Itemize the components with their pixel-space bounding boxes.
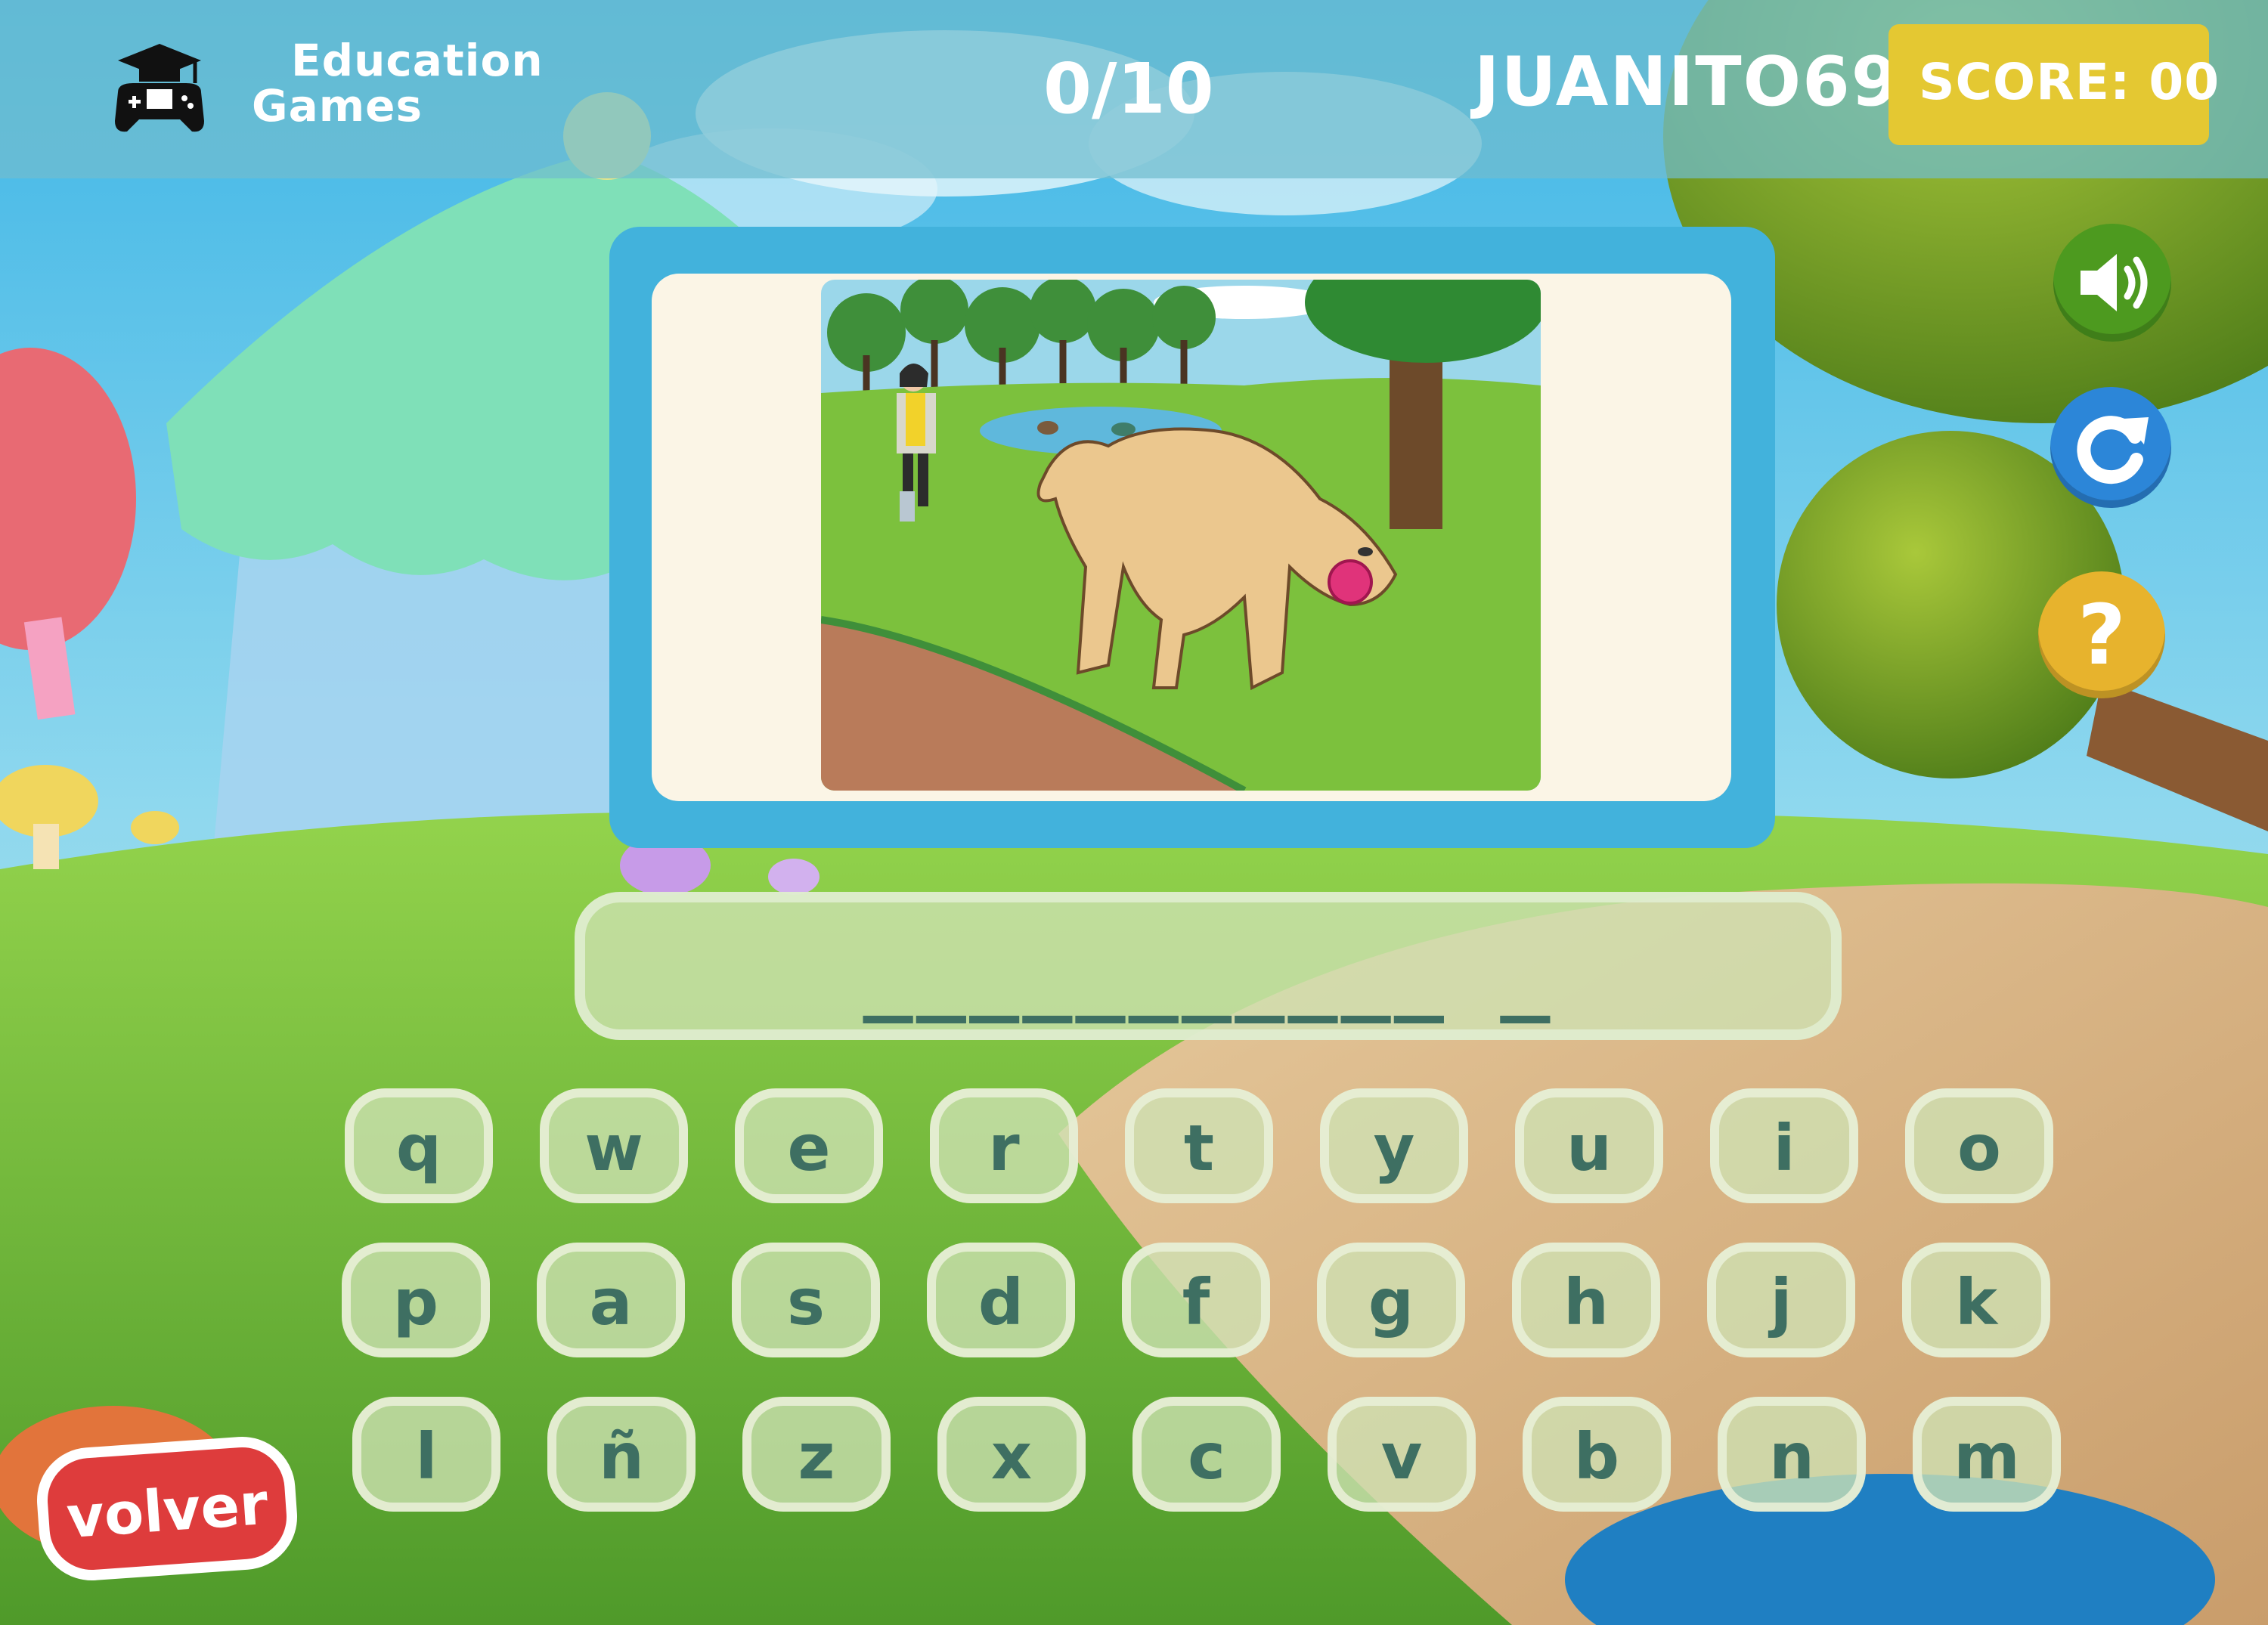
key-label: g <box>1368 1265 1414 1339</box>
key-i[interactable]: i <box>1710 1088 1858 1203</box>
brand-name-line2: Games <box>252 80 423 132</box>
back-button-label: volver <box>64 1469 271 1552</box>
game-screen: Education Games 0/10 JUANITO69 SCORE: 00… <box>0 0 2268 1625</box>
help-button[interactable]: ? <box>2038 571 2165 698</box>
key-n[interactable]: n <box>1718 1397 1866 1512</box>
key-s[interactable]: s <box>732 1243 880 1357</box>
key-v[interactable]: v <box>1328 1397 1476 1512</box>
key-label: m <box>1954 1419 2020 1493</box>
key-label: a <box>589 1265 633 1339</box>
key-x[interactable]: x <box>937 1397 1086 1512</box>
key-label: r <box>988 1111 1020 1185</box>
reload-button[interactable] <box>2050 387 2171 508</box>
key-label: y <box>1373 1111 1415 1185</box>
key-label: k <box>1955 1265 1997 1339</box>
brand-name-line1: Education <box>291 35 544 86</box>
key-k[interactable]: k <box>1902 1243 2050 1357</box>
reload-icon <box>2077 416 2149 484</box>
player-username: JUANITO69 <box>1474 42 1901 122</box>
key-u[interactable]: u <box>1515 1088 1663 1203</box>
answer-box: ___________ _ <box>575 892 1842 1040</box>
key-label: w <box>584 1111 643 1185</box>
key-h[interactable]: h <box>1512 1243 1660 1357</box>
key-label: j <box>1770 1265 1792 1339</box>
key-r[interactable]: r <box>930 1088 1078 1203</box>
key-label: b <box>1573 1419 1620 1493</box>
key-label: q <box>395 1111 442 1185</box>
key-f[interactable]: f <box>1122 1243 1270 1357</box>
gamepad-graduation-icon <box>115 44 204 132</box>
sound-button[interactable] <box>2053 224 2171 342</box>
key-label: f <box>1182 1265 1210 1339</box>
key-ñ[interactable]: ñ <box>547 1397 696 1512</box>
key-label: t <box>1183 1111 1215 1185</box>
top-bar: Education Games 0/10 JUANITO69 SCORE: 00 <box>0 0 2268 178</box>
key-z[interactable]: z <box>742 1397 891 1512</box>
key-c[interactable]: c <box>1132 1397 1281 1512</box>
key-q[interactable]: q <box>345 1088 493 1203</box>
question-progress: 0/10 <box>1043 48 1214 129</box>
key-w[interactable]: w <box>540 1088 688 1203</box>
back-button[interactable]: volver <box>33 1433 301 1584</box>
key-label: u <box>1566 1111 1612 1185</box>
key-o[interactable]: o <box>1905 1088 2053 1203</box>
key-label: z <box>798 1419 835 1493</box>
key-label: h <box>1563 1265 1609 1339</box>
key-label: o <box>1957 1111 2001 1185</box>
question-mark-icon: ? <box>2077 587 2126 683</box>
speaker-icon <box>2081 254 2148 311</box>
key-label: ñ <box>599 1419 644 1493</box>
key-label: n <box>1769 1419 1814 1493</box>
key-p[interactable]: p <box>342 1243 490 1357</box>
key-g[interactable]: g <box>1317 1243 1465 1357</box>
key-e[interactable]: e <box>735 1088 883 1203</box>
key-j[interactable]: j <box>1707 1243 1855 1357</box>
key-m[interactable]: m <box>1913 1397 2061 1512</box>
key-label: l <box>415 1419 438 1493</box>
key-label: p <box>392 1265 439 1339</box>
key-t[interactable]: t <box>1125 1088 1273 1203</box>
key-label: c <box>1188 1419 1225 1493</box>
key-y[interactable]: y <box>1320 1088 1468 1203</box>
key-b[interactable]: b <box>1523 1397 1671 1512</box>
key-label: x <box>990 1419 1033 1493</box>
score-text: SCORE: 00 <box>1919 53 2220 111</box>
key-label: v <box>1380 1419 1423 1493</box>
key-a[interactable]: a <box>537 1243 685 1357</box>
key-d[interactable]: d <box>927 1243 1075 1357</box>
key-label: i <box>1773 1111 1796 1185</box>
key-l[interactable]: l <box>352 1397 500 1512</box>
key-label: e <box>787 1111 831 1185</box>
key-label: d <box>978 1265 1024 1339</box>
puzzle-image <box>821 280 1541 791</box>
score-badge: SCORE: 00 <box>1888 24 2219 145</box>
answer-blanks: ___________ _ <box>863 927 1554 1023</box>
key-label: s <box>787 1265 825 1339</box>
